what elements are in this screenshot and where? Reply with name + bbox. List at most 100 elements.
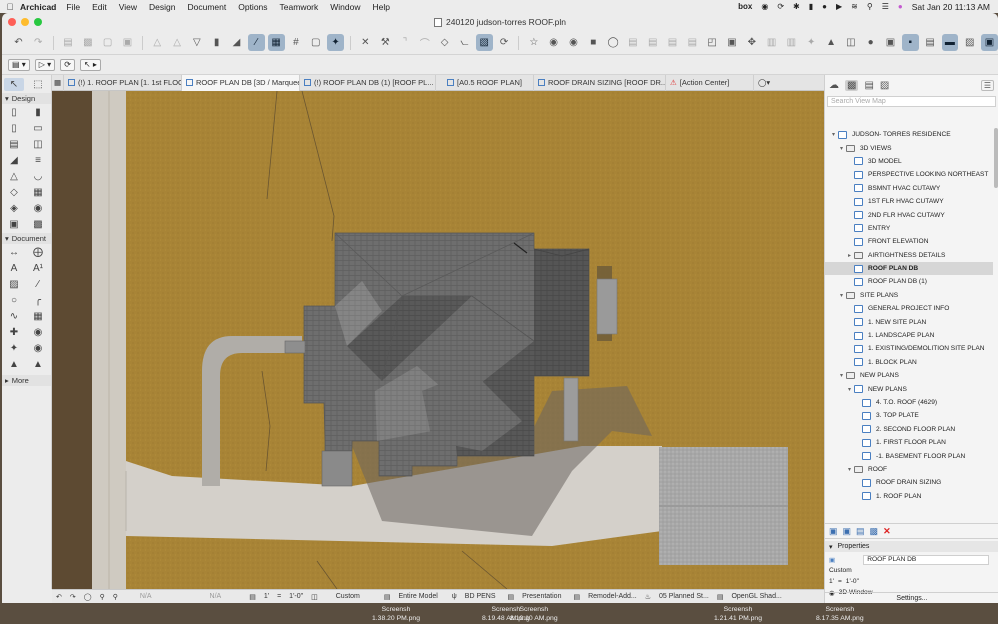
scale-b-value[interactable]: 1'-0": [846, 578, 859, 585]
triangle-mid-icon[interactable]: △: [169, 34, 186, 51]
siri-icon[interactable]: ●: [898, 2, 903, 11]
menu-file[interactable]: File: [66, 2, 80, 12]
undo-small-icon[interactable]: ↶: [56, 593, 62, 601]
view-map-item[interactable]: FRONT ELEVATION: [825, 235, 993, 248]
spline-tool-icon[interactable]: ∿: [4, 310, 24, 323]
trace-icon[interactable]: ▧: [475, 34, 493, 51]
magic-wand-icon[interactable]: ✦: [327, 34, 344, 51]
search-icon[interactable]: ⚲: [867, 2, 873, 11]
id-icon[interactable]: ▣: [882, 34, 899, 51]
close-window-button[interactable]: [8, 18, 16, 26]
redo-icon[interactable]: ↷: [30, 34, 47, 51]
view-map-item[interactable]: 1. BLOCK PLAN: [825, 356, 993, 369]
properties-icon[interactable]: ▤: [922, 34, 939, 51]
rectangle-select-icon[interactable]: ▢: [307, 34, 324, 51]
tab-roof-plan-db-1[interactable]: (!) ROOF PLAN DB (1) [ROOF PL...: [300, 74, 436, 91]
view-map-item[interactable]: 1. LANDSCAPE PLAN: [825, 329, 993, 342]
paste-icon[interactable]: ▣: [119, 34, 136, 51]
unlock-icon[interactable]: ▥: [783, 34, 800, 51]
view-map-item[interactable]: 2ND FLR HVAC CUTAWY: [825, 208, 993, 221]
tab-list-menu[interactable]: ◯▾: [754, 75, 774, 91]
chevron-down-icon[interactable]: ▾: [829, 131, 838, 138]
structural-display[interactable]: 05 Planned St...: [659, 593, 709, 600]
toolbox-design-header[interactable]: ▾ Design: [2, 93, 51, 104]
curtain-wall-tool-icon[interactable]: ▦: [28, 186, 48, 199]
slab-tool-icon[interactable]: ▭: [28, 122, 48, 135]
properties-header[interactable]: ▾ Properties: [825, 541, 998, 552]
polyline-tool-icon[interactable]: ╭: [28, 294, 48, 307]
window-tool-icon[interactable]: ◫: [28, 138, 48, 151]
favorites-star-icon[interactable]: ☆: [525, 34, 542, 51]
lock-icon[interactable]: ▥: [763, 34, 780, 51]
view-map-item[interactable]: -1. BASEMENT FLOOR PLAN: [825, 449, 993, 462]
morph-tool-icon[interactable]: ▩: [28, 218, 48, 231]
wall-tool-icon[interactable]: ▯: [4, 106, 24, 119]
worksheet-tool-icon[interactable]: ◉: [28, 342, 48, 355]
view-map-item[interactable]: ▾ JUDSON- TORRES RESIDENCE: [825, 128, 993, 141]
clone-icon[interactable]: ▤: [856, 526, 865, 537]
menu-view[interactable]: View: [119, 2, 137, 12]
view-map-item[interactable]: ▾ SITE PLANS: [825, 289, 993, 302]
view-map-item[interactable]: 1ST FLR HVAC CUTAWY: [825, 195, 993, 208]
orbit-icon[interactable]: ◯: [84, 593, 92, 601]
save-icon[interactable]: ▤: [60, 34, 77, 51]
view-name-field[interactable]: ROOF PLAN DB: [863, 554, 990, 565]
tab-roof-plan-db[interactable]: ROOF PLAN DB [3D / Marquee,...: [182, 74, 300, 91]
desktop-file[interactable]: Screensh 8.17.35 AM.png: [816, 605, 864, 623]
toolbox-more-header[interactable]: ▸ More: [2, 375, 51, 386]
navigator-menu-icon[interactable]: ☰: [980, 79, 994, 91]
library-icon[interactable]: ◫: [842, 34, 859, 51]
stair-tool-icon[interactable]: ◢: [4, 154, 24, 167]
fill-tool-icon[interactable]: ▨: [4, 278, 24, 291]
fillet-icon[interactable]: ⌒: [416, 34, 433, 51]
hammer-icon[interactable]: ⚒: [377, 34, 394, 51]
palette-icon[interactable]: ▬: [941, 34, 959, 51]
zone-tool-icon[interactable]: ▣: [4, 218, 24, 231]
view-map-item[interactable]: ROOF PLAN DB: [825, 261, 993, 276]
tree-scrollbar[interactable]: [994, 128, 998, 188]
structure-icon[interactable]: ♨: [645, 593, 651, 601]
view-map-item[interactable]: BSMNT HVAC CUTAWY: [825, 182, 993, 195]
view-map-search[interactable]: Search View Map: [827, 96, 996, 107]
line-tool-icon[interactable]: ∕: [28, 278, 48, 291]
engine-icon[interactable]: ▤: [717, 593, 724, 601]
worksheet-icon[interactable]: ▤: [684, 34, 701, 51]
pan-icon[interactable]: ✥: [743, 34, 760, 51]
bluetooth-icon[interactable]: ✱: [793, 2, 800, 11]
tab-a05-roof-plan[interactable]: [A0.5 ROOF PLAN]: [436, 74, 534, 91]
layout-icon[interactable]: ▤: [625, 34, 642, 51]
view-map-item[interactable]: ROOF DRAIN SIZING: [825, 476, 993, 489]
view-map-item[interactable]: ▸ AIRTIGHTNESS DETAILS: [825, 249, 993, 262]
rotate-3d-icon[interactable]: ⟳: [496, 34, 513, 51]
triangle-up-icon[interactable]: △: [149, 34, 166, 51]
scale-b[interactable]: 1'-0": [289, 593, 303, 600]
graphic-override-icon[interactable]: ●: [862, 34, 879, 51]
view-map-item[interactable]: ▾ ROOF: [825, 463, 993, 476]
grid-icon[interactable]: #: [288, 34, 305, 51]
text-tool-icon[interactable]: A: [4, 262, 24, 275]
creative-cloud-icon[interactable]: ◉: [761, 2, 768, 11]
profile-icon[interactable]: ▲: [823, 34, 840, 51]
publisher-icon[interactable]: ▨: [880, 80, 889, 91]
menu-edit[interactable]: Edit: [92, 2, 107, 12]
chevron-down-icon[interactable]: ▾: [837, 145, 846, 152]
tab-overview-icon[interactable]: ▦: [52, 74, 64, 91]
column-tool-icon[interactable]: ▮: [28, 106, 48, 119]
wifi-icon[interactable]: ≋: [851, 2, 858, 11]
circle-tool-icon[interactable]: ○: [4, 294, 24, 307]
view-map-item[interactable]: 1. EXISTING/DEMOLITION SITE PLAN: [825, 342, 993, 355]
menu-teamwork[interactable]: Teamwork: [280, 2, 319, 12]
level-dim-tool-icon[interactable]: ⨁: [28, 246, 48, 259]
rotate-selector[interactable]: ⟳: [60, 58, 75, 71]
graphic-override[interactable]: Presentation: [522, 593, 561, 600]
label-tool-icon[interactable]: A¹: [28, 262, 48, 275]
mvo-icon[interactable]: ▣: [981, 34, 998, 51]
desktop-file[interactable]: Screensh 1.21.41 PM.png: [714, 605, 762, 623]
app-menu[interactable]: Archicad: [20, 2, 56, 12]
delete-icon[interactable]: ✕: [883, 526, 891, 537]
pen-icon[interactable]: ψ: [452, 593, 457, 600]
dimension-tool-icon[interactable]: ↔: [4, 246, 24, 259]
3d-engine[interactable]: OpenGL Shad...: [731, 593, 781, 600]
view-map-item[interactable]: PERSPECTIVE LOOKING NORTHEAST: [825, 168, 993, 181]
zoom-icon[interactable]: ◰: [704, 34, 721, 51]
